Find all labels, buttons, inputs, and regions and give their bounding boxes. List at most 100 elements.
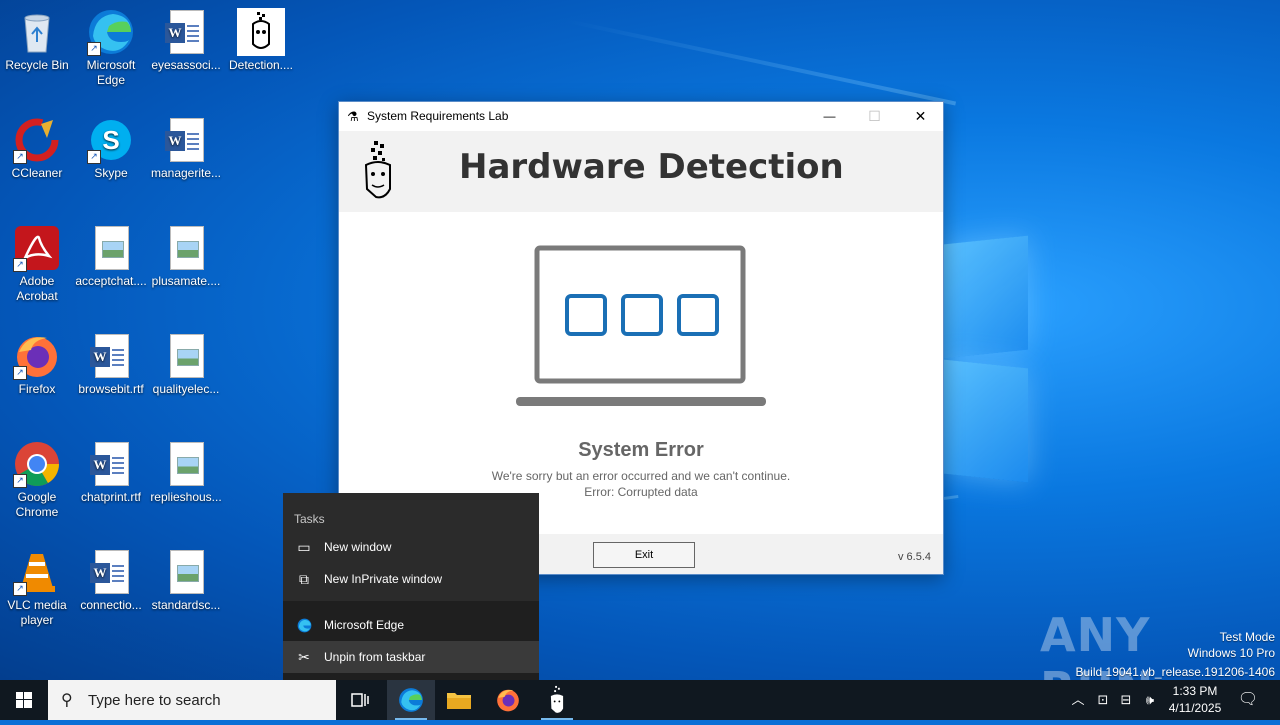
detection-app-icon — [237, 8, 285, 56]
desktop-icon-label: Recycle Bin — [5, 58, 69, 72]
shortcut-arrow-icon: ↗ — [13, 474, 27, 488]
desktop-icon-label: VLC media player — [7, 598, 67, 627]
wallpaper-ray — [563, 18, 957, 106]
desktop-icon-label: replieshous... — [150, 490, 222, 504]
maximize-button[interactable]: ☐ — [852, 102, 897, 131]
jumplist-new-window[interactable]: ▭ New window — [283, 531, 539, 563]
desktop-icon-eyesassoci[interactable]: W eyesassoci... — [150, 8, 222, 73]
recycle-bin-icon — [24, 14, 50, 53]
desktop-icon-label: Firefox — [18, 382, 56, 396]
desktop-icon-label: connectio... — [80, 598, 142, 612]
svg-text:S: S — [102, 125, 119, 155]
desktop-icon-label: acceptchat.... — [75, 274, 147, 288]
unpin-icon: ✂ — [298, 649, 310, 665]
image-file-icon — [162, 224, 210, 272]
desktop-icon-recycle-bin[interactable]: Recycle Bin — [1, 8, 73, 73]
desktop-icon-plusamate[interactable]: plusamate.... — [150, 224, 222, 289]
desktop-icon-acceptchat[interactable]: acceptchat.... — [75, 224, 147, 289]
notifications-icon[interactable]: 🗨 — [1236, 680, 1260, 720]
minimize-button[interactable]: — — [807, 102, 852, 131]
exit-button[interactable]: Exit — [593, 542, 695, 568]
desktop-icon-label: chatprint.rtf — [80, 490, 142, 504]
taskbar: ⚲ Type here to search ︿ ⊡ ⊟ 🕪 1:33 PM 4/… — [0, 680, 1280, 720]
ethernet-icon[interactable]: ⊟ — [1116, 680, 1136, 720]
desktop-icon-chatprint[interactable]: W chatprint.rtf — [75, 440, 147, 505]
desktop-icon-managerite[interactable]: W managerite... — [150, 116, 222, 181]
watermark-windows-edition: Windows 10 Pro — [1187, 646, 1275, 660]
desktop-icon-label: Microsoft Edge — [86, 58, 136, 87]
jumplist-new-inprivate-window[interactable]: ⧉ New InPrivate window — [283, 563, 539, 595]
task-view-button[interactable] — [336, 680, 384, 720]
jumplist-item-label: New InPrivate window — [324, 572, 443, 586]
version-label: v 6.5.4 — [897, 551, 931, 563]
flask-icon: ⚗ — [347, 109, 359, 124]
jumplist-unpin-from-taskbar[interactable]: ✂ Unpin from taskbar — [283, 641, 539, 673]
taskbar-detection-app[interactable] — [533, 680, 581, 720]
desktop-icon-replieshous[interactable]: replieshous... — [150, 440, 222, 505]
desktop-icon-firefox[interactable]: ↗ Firefox — [1, 332, 73, 397]
desktop-icon-skype[interactable]: S ↗ Skype — [75, 116, 147, 181]
desktop-icon-label: Google Chrome — [15, 490, 59, 519]
task-view-icon — [351, 693, 369, 707]
jumplist-section-tasks: Tasks — [294, 512, 325, 526]
folder-icon — [447, 692, 471, 709]
edge-icon — [296, 609, 312, 644]
desktop: Recycle Bin ↗ CCleaner ↗ Adobe Acrobat ↗… — [0, 0, 1280, 680]
taskbar-file-explorer[interactable] — [435, 680, 483, 720]
desktop-icon-label: qualityelec... — [152, 382, 220, 396]
error-message: We're sorry but an error occurred and we… — [491, 469, 791, 483]
desktop-icon-label: standardsc... — [151, 598, 221, 612]
desktop-icon-label: Adobe Acrobat — [16, 274, 58, 303]
image-file-icon — [87, 224, 135, 272]
desktop-icon-detection[interactable]: Detection.... — [225, 8, 297, 73]
shortcut-arrow-icon: ↗ — [13, 150, 27, 164]
desktop-icon-label: eyesassoci... — [151, 58, 221, 72]
shortcut-arrow-icon: ↗ — [87, 42, 101, 56]
detection-app-icon — [550, 685, 564, 713]
desktop-icon-adobe-acrobat[interactable]: ↗ Adobe Acrobat — [1, 224, 73, 304]
watermark-test-mode: Test Mode — [1219, 630, 1275, 644]
word-doc-icon: W — [87, 332, 135, 380]
image-file-icon — [162, 332, 210, 380]
desktop-icon-google-chrome[interactable]: ↗ Google Chrome — [1, 440, 73, 520]
jumplist-item-label: Microsoft Edge — [324, 618, 405, 632]
desktop-icon-label: browsebit.rtf — [78, 382, 144, 396]
show-hidden-icons-button[interactable]: ︿ — [1068, 680, 1088, 720]
windows-logo-wallpaper — [944, 235, 1030, 483]
desktop-icon-connectio[interactable]: W connectio... — [75, 548, 147, 613]
taskbar-firefox[interactable] — [484, 680, 532, 720]
taskbar-edge[interactable] — [387, 680, 435, 720]
word-doc-icon: W — [162, 116, 210, 164]
desktop-icon-browsebit[interactable]: W browsebit.rtf — [75, 332, 147, 397]
inprivate-icon: ⧉ — [299, 571, 309, 587]
window-titlebar[interactable]: ⚗ System Requirements Lab — ☐ ✕ — [339, 102, 943, 131]
jumplist-microsoft-edge[interactable]: Microsoft Edge — [283, 609, 539, 641]
desktop-icon-label: managerite... — [150, 166, 222, 180]
error-title: System Error — [578, 439, 704, 461]
jumplist-item-label: Unpin from taskbar — [324, 650, 426, 664]
desktop-icon-standardsc[interactable]: standardsc... — [150, 548, 222, 613]
shortcut-arrow-icon: ↗ — [13, 366, 27, 380]
image-file-icon — [162, 440, 210, 488]
mascot-logo-icon — [364, 141, 391, 199]
start-button[interactable] — [0, 680, 48, 720]
desktop-icon-ccleaner[interactable]: ↗ CCleaner — [1, 116, 73, 181]
volume-icon[interactable]: 🕪 — [1139, 680, 1161, 720]
desktop-icon-label: Skype — [94, 166, 128, 180]
laptop-illustration — [516, 245, 766, 406]
taskbar-search-box[interactable]: ⚲ Type here to search — [48, 680, 336, 720]
taskbar-clock[interactable]: 1:33 PM 4/11/2025 — [1160, 683, 1230, 717]
desktop-icon-vlc[interactable]: ↗ VLC media player — [1, 548, 73, 628]
firefox-icon — [497, 689, 519, 712]
network-icon[interactable]: ⊡ — [1093, 680, 1113, 720]
shortcut-arrow-icon: ↗ — [13, 258, 27, 272]
close-button[interactable]: ✕ — [898, 102, 943, 131]
desktop-icon-qualityelec[interactable]: qualityelec... — [150, 332, 222, 397]
desktop-icon-label: CCleaner — [11, 166, 63, 180]
word-doc-icon: W — [162, 8, 210, 56]
desktop-icon-label: Detection.... — [228, 58, 294, 72]
desktop-icon-microsoft-edge[interactable]: ↗ Microsoft Edge — [75, 8, 147, 88]
shortcut-arrow-icon: ↗ — [87, 150, 101, 164]
window-title: System Requirements Lab — [367, 109, 509, 123]
search-icon: ⚲ — [61, 692, 73, 709]
